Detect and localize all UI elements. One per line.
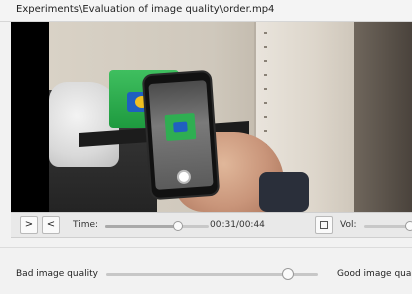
divider bbox=[0, 247, 412, 248]
time-label: Time: bbox=[73, 220, 99, 230]
cabinet-interior bbox=[354, 22, 412, 212]
title-bar: Experiments\Evaluation of image quality\… bbox=[0, 0, 412, 22]
smartphone bbox=[141, 69, 221, 201]
quality-slider[interactable] bbox=[106, 268, 318, 280]
phone-screen bbox=[148, 80, 214, 190]
rating-min-label: Bad image quality bbox=[16, 269, 98, 279]
quality-slider-thumb[interactable] bbox=[282, 268, 295, 280]
next-button[interactable]: > bbox=[20, 216, 38, 234]
time-slider-thumb[interactable] bbox=[173, 221, 184, 231]
player-controls: > < Time: 00:31/00:44 Vol: bbox=[11, 212, 412, 238]
volume-slider[interactable] bbox=[364, 221, 412, 231]
time-readout: 00:31/00:44 bbox=[210, 220, 265, 230]
rating-max-label: Good image quality bbox=[337, 269, 412, 279]
volume-slider-thumb[interactable] bbox=[404, 221, 412, 231]
time-slider[interactable] bbox=[105, 221, 209, 231]
video-player[interactable] bbox=[11, 22, 412, 212]
fullscreen-button[interactable] bbox=[315, 216, 333, 234]
volume-label: Vol: bbox=[340, 220, 357, 230]
quality-rating: Bad image quality Good image quality bbox=[0, 258, 412, 288]
video-frame-image bbox=[49, 22, 412, 212]
time-slider-fill bbox=[105, 225, 179, 228]
sleeve bbox=[259, 172, 309, 212]
app-window: Experiments\Evaluation of image quality\… bbox=[0, 0, 412, 294]
window-title: Experiments\Evaluation of image quality\… bbox=[16, 4, 275, 15]
previous-button[interactable]: < bbox=[42, 216, 60, 234]
screen-icon bbox=[320, 221, 328, 229]
shutter-icon bbox=[176, 169, 192, 185]
